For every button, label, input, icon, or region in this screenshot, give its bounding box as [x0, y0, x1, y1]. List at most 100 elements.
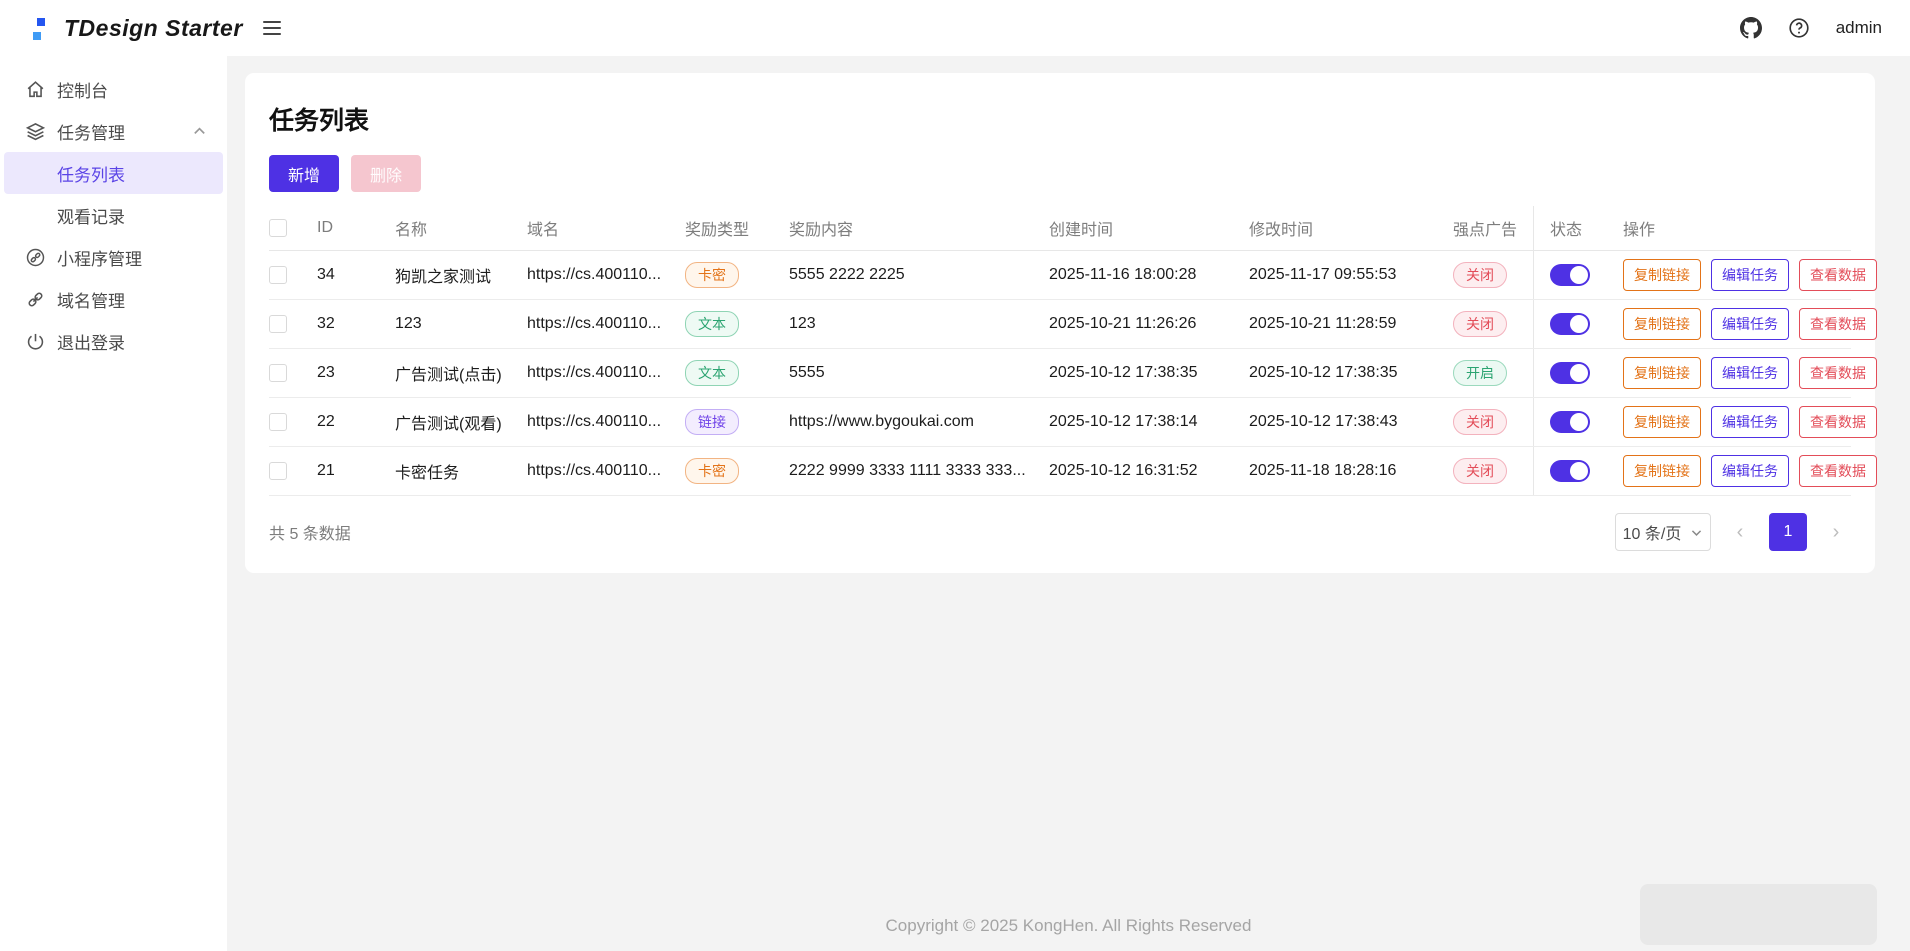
total-count: 共 5 条数据 — [269, 520, 351, 544]
col-header-status: 状态 — [1533, 206, 1623, 250]
col-header-domain: 域名 — [527, 206, 685, 250]
cell-id: 21 — [317, 447, 395, 495]
row-checkbox[interactable] — [269, 315, 287, 333]
add-button[interactable]: 新增 — [269, 155, 339, 192]
col-header-modified: 修改时间 — [1249, 206, 1453, 250]
sidebar-item-label: 小程序管理 — [57, 245, 142, 270]
row-actions: 复制链接编辑任务查看数据 — [1623, 398, 1887, 446]
next-page-button[interactable]: › — [1821, 521, 1851, 544]
cell-created-time: 2025-11-16 18:00:28 — [1049, 251, 1249, 299]
cell-domain: https://cs.400110... — [527, 300, 685, 348]
sidebar-item-task-list[interactable]: 任务列表 — [4, 152, 223, 194]
reward-type-tag: 卡密 — [685, 458, 739, 485]
copy-link-button[interactable]: 复制链接 — [1623, 406, 1701, 438]
cell-reward-content: 2222 9999 3333 1111 3333 333... — [789, 447, 1049, 495]
cell-reward-content: 5555 — [789, 349, 1049, 397]
sidebar-item-label: 域名管理 — [57, 287, 125, 312]
help-icon[interactable] — [1788, 17, 1810, 39]
reward-type-tag: 文本 — [685, 360, 739, 387]
sidebar-item-label: 退出登录 — [57, 329, 125, 354]
view-data-button[interactable]: 查看数据 — [1799, 357, 1877, 389]
sidebar-item-label: 任务管理 — [57, 119, 181, 144]
cell-domain: https://cs.400110... — [527, 398, 685, 446]
github-icon[interactable] — [1740, 17, 1762, 39]
row-checkbox[interactable] — [269, 462, 287, 480]
reward-type-tag: 文本 — [685, 311, 739, 338]
copy-link-button[interactable]: 复制链接 — [1623, 308, 1701, 340]
prev-page-button[interactable]: ‹ — [1725, 521, 1755, 544]
row-actions: 复制链接编辑任务查看数据 — [1623, 349, 1887, 397]
cell-name: 广告测试(观看) — [395, 398, 527, 446]
status-toggle[interactable] — [1550, 313, 1590, 335]
sidebar-item-label: 控制台 — [57, 77, 108, 102]
col-header-created: 创建时间 — [1049, 206, 1249, 250]
view-data-button[interactable]: 查看数据 — [1799, 259, 1877, 291]
delete-button[interactable]: 删除 — [351, 155, 421, 192]
circle-link-icon — [25, 247, 46, 268]
row-actions: 复制链接编辑任务查看数据 — [1623, 251, 1887, 299]
table-row: 34 狗凯之家测试 https://cs.400110... 卡密 5555 2… — [269, 251, 1851, 300]
power-icon — [25, 331, 46, 352]
col-header-reward-content: 奖励内容 — [789, 206, 1049, 250]
sidebar-item-dashboard[interactable]: 控制台 — [4, 68, 223, 110]
status-toggle[interactable] — [1550, 362, 1590, 384]
sidebar-item-logout[interactable]: 退出登录 — [4, 320, 223, 362]
row-checkbox[interactable] — [269, 266, 287, 284]
view-data-button[interactable]: 查看数据 — [1799, 406, 1877, 438]
cell-id: 34 — [317, 251, 395, 299]
page-number-button[interactable]: 1 — [1769, 513, 1807, 551]
user-menu[interactable]: admin — [1836, 18, 1882, 38]
edit-task-button[interactable]: 编辑任务 — [1711, 357, 1789, 389]
edit-task-button[interactable]: 编辑任务 — [1711, 259, 1789, 291]
status-toggle[interactable] — [1550, 411, 1590, 433]
status-toggle[interactable] — [1550, 460, 1590, 482]
pagination: 共 5 条数据 10 条/页 ‹ 1 › — [269, 513, 1851, 551]
toolbar: 新增 删除 — [269, 155, 1851, 192]
select-all-checkbox[interactable] — [269, 219, 287, 237]
copy-link-button[interactable]: 复制链接 — [1623, 259, 1701, 291]
menu-collapse-icon[interactable] — [263, 21, 281, 35]
sidebar-item-task-management[interactable]: 任务管理 — [4, 110, 223, 152]
col-header-reward-type: 奖励类型 — [685, 206, 789, 250]
copy-link-button[interactable]: 复制链接 — [1623, 357, 1701, 389]
force-ad-tag: 关闭 — [1453, 262, 1507, 289]
force-ad-tag: 关闭 — [1453, 311, 1507, 338]
cell-name: 123 — [395, 300, 527, 348]
view-data-button[interactable]: 查看数据 — [1799, 455, 1877, 487]
cell-reward-content: 123 — [789, 300, 1049, 348]
col-header-force-ad: 强点广告 — [1453, 206, 1533, 250]
cell-id: 32 — [317, 300, 395, 348]
cell-domain: https://cs.400110... — [527, 447, 685, 495]
cell-id: 22 — [317, 398, 395, 446]
layers-icon — [25, 121, 46, 142]
cell-name: 卡密任务 — [395, 447, 527, 495]
cell-name: 狗凯之家测试 — [395, 251, 527, 299]
edit-task-button[interactable]: 编辑任务 — [1711, 308, 1789, 340]
cell-reward-content: 5555 2222 2225 — [789, 251, 1049, 299]
sidebar-item-watch-records[interactable]: 观看记录 — [4, 194, 223, 236]
edit-task-button[interactable]: 编辑任务 — [1711, 406, 1789, 438]
cell-created-time: 2025-10-12 16:31:52 — [1049, 447, 1249, 495]
home-icon — [25, 79, 46, 100]
view-data-button[interactable]: 查看数据 — [1799, 308, 1877, 340]
row-checkbox[interactable] — [269, 364, 287, 382]
status-toggle[interactable] — [1550, 264, 1590, 286]
force-ad-tag: 开启 — [1453, 360, 1507, 387]
logo-icon — [28, 13, 50, 43]
reward-type-tag: 卡密 — [685, 262, 739, 289]
copy-link-button[interactable]: 复制链接 — [1623, 455, 1701, 487]
table-header-row: ID 名称 域名 奖励类型 奖励内容 创建时间 修改时间 强点广告 状态 操作 — [269, 206, 1851, 251]
cell-domain: https://cs.400110... — [527, 349, 685, 397]
edit-task-button[interactable]: 编辑任务 — [1711, 455, 1789, 487]
col-header-actions: 操作 — [1623, 206, 1851, 250]
row-actions: 复制链接编辑任务查看数据 — [1623, 447, 1887, 495]
sidebar-item-miniprogram[interactable]: 小程序管理 — [4, 236, 223, 278]
sidebar-item-label: 观看记录 — [57, 203, 125, 228]
sidebar-item-domain[interactable]: 域名管理 — [4, 278, 223, 320]
cell-modified-time: 2025-10-21 11:28:59 — [1249, 300, 1453, 348]
cell-id: 23 — [317, 349, 395, 397]
page-size-select[interactable]: 10 条/页 — [1615, 513, 1711, 551]
force-ad-tag: 关闭 — [1453, 409, 1507, 436]
main-content: 任务列表 新增 删除 ID 名称 域名 奖励类型 奖励内容 创建时间 修改时间 … — [227, 56, 1910, 951]
row-checkbox[interactable] — [269, 413, 287, 431]
